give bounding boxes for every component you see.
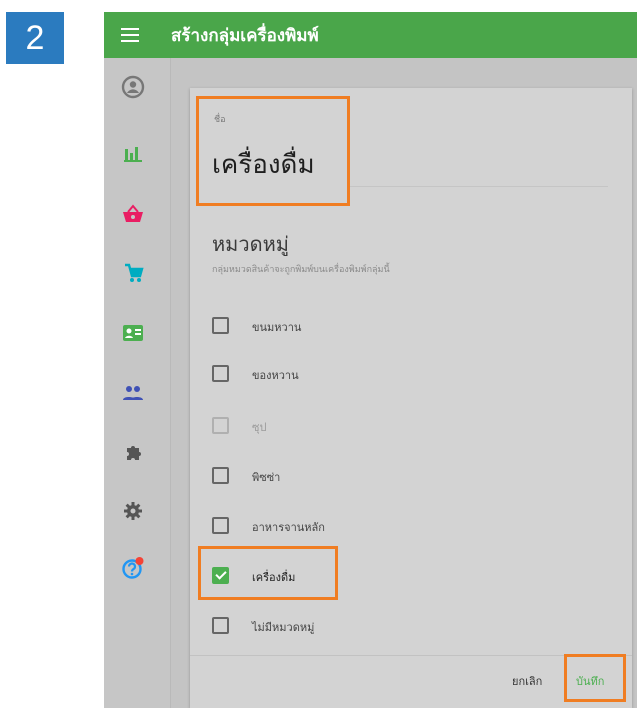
category-checkbox-row[interactable]: ไม่มีหมวดหมู่ bbox=[212, 610, 612, 640]
app-bar: สร้างกลุ่มเครื่องพิมพ์ bbox=[104, 12, 637, 58]
puzzle-icon[interactable] bbox=[118, 438, 148, 468]
checkbox[interactable] bbox=[212, 517, 229, 534]
account-circle-icon[interactable] bbox=[118, 72, 148, 102]
cart-icon[interactable] bbox=[118, 258, 148, 288]
gear-icon[interactable] bbox=[118, 496, 148, 526]
category-checkbox-row[interactable]: ของหวาน bbox=[212, 358, 612, 388]
selected-category-highlight bbox=[198, 546, 338, 600]
category-label: ของหวาน bbox=[252, 369, 299, 382]
contact-card-icon[interactable] bbox=[118, 318, 148, 348]
save-button-highlight bbox=[564, 654, 626, 702]
category-checkbox-row: ซุป bbox=[212, 410, 612, 440]
category-section-hint: กลุ่มหมวดสินค้าจะถูกพิมพ์บนเครื่องพิมพ์ก… bbox=[212, 265, 390, 275]
checkbox[interactable] bbox=[212, 317, 229, 334]
people-icon[interactable] bbox=[118, 378, 148, 408]
bar-chart-icon[interactable] bbox=[118, 138, 148, 168]
category-checkbox-row[interactable]: ขนมหวาน bbox=[212, 310, 612, 340]
checkbox[interactable] bbox=[212, 365, 229, 382]
category-section-title: หมวดหมู่ bbox=[212, 232, 289, 256]
help-icon[interactable] bbox=[118, 553, 148, 583]
cancel-button[interactable]: ยกเลิก bbox=[512, 672, 542, 690]
category-label: ไม่มีหมวดหมู่ bbox=[252, 621, 315, 634]
page-title: สร้างกลุ่มเครื่องพิมพ์ bbox=[171, 26, 319, 46]
category-label: ขนมหวาน bbox=[252, 321, 302, 334]
checkbox[interactable] bbox=[212, 617, 229, 634]
checkbox-disabled bbox=[212, 417, 229, 434]
app-window: สร้างกลุ่มเครื่องพิมพ์ ชื่อ เครื่องดื่ม … bbox=[104, 12, 637, 708]
name-field-highlight bbox=[196, 96, 350, 206]
category-label: ซุป bbox=[252, 421, 267, 434]
category-label: อาหารจานหลัก bbox=[252, 521, 325, 534]
category-label: พิซซ่า bbox=[252, 471, 281, 484]
name-field-underline bbox=[350, 186, 608, 187]
sidebar bbox=[104, 58, 171, 708]
step-number-badge: 2 bbox=[6, 12, 64, 64]
category-checkbox-row[interactable]: พิซซ่า bbox=[212, 460, 612, 490]
category-checkbox-row[interactable]: อาหารจานหลัก bbox=[212, 510, 612, 540]
printer-group-form-card: ชื่อ เครื่องดื่ม หมวดหมู่ กลุ่มหมวดสินค้… bbox=[190, 88, 632, 708]
checkbox[interactable] bbox=[212, 467, 229, 484]
shopping-basket-icon[interactable] bbox=[118, 199, 148, 229]
menu-icon[interactable] bbox=[121, 25, 139, 45]
